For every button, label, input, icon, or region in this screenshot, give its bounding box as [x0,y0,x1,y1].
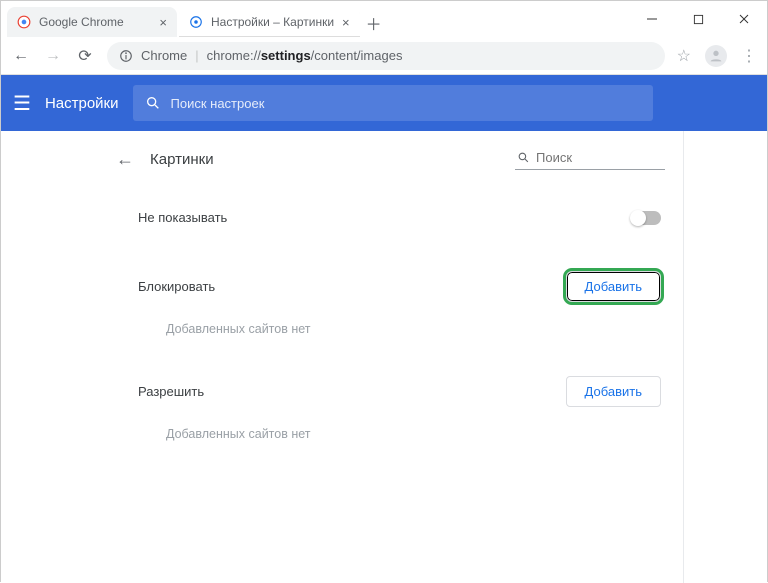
url-scheme-label: Chrome [141,48,187,63]
tab-close-icon[interactable]: × [159,15,167,30]
tab-settings-images[interactable]: Настройки – Картинки × [179,7,360,37]
window-titlebar: Google Chrome × Настройки – Картинки × ＋ [1,1,767,37]
nav-reload-icon[interactable]: ⟳ [75,46,95,66]
block-empty-text: Добавленных сайтов нет [116,322,665,336]
tab-google-chrome[interactable]: Google Chrome × [7,7,177,37]
page-search-input[interactable] [536,150,663,165]
page-title: Картинки [150,151,499,168]
nav-back-icon[interactable]: ← [11,47,31,65]
toggle-row: Не показывать [116,204,665,231]
nav-forward-icon[interactable]: → [43,47,63,65]
chrome-favicon-icon [17,15,31,29]
allow-empty-text: Добавленных сайтов нет [116,427,665,441]
block-section-header: Блокировать Добавить [116,265,665,308]
window-close-icon[interactable] [721,1,767,37]
settings-header: ☰ Настройки [1,75,767,131]
block-label: Блокировать [138,279,215,294]
window-maximize-icon[interactable] [675,1,721,37]
show-images-toggle[interactable] [631,211,661,225]
allow-label: Разрешить [138,384,204,399]
settings-search-box[interactable] [133,85,653,121]
bookmark-star-icon[interactable]: ☆ [677,46,691,66]
back-arrow-icon[interactable]: ← [116,149,134,170]
settings-favicon-icon [189,15,203,29]
search-icon [517,151,530,164]
tab-close-icon[interactable]: × [342,15,350,30]
main-column: ← Картинки Не показывать Блокировать Доб… [116,131,683,583]
search-icon [145,95,161,111]
allow-add-button[interactable]: Добавить [566,376,661,407]
window-minimize-icon[interactable] [629,1,675,37]
left-gutter [1,131,116,583]
page-search-box[interactable] [515,150,665,170]
page-heading-row: ← Картинки [116,149,665,170]
tab-strip: Google Chrome × Настройки – Картинки × ＋ [1,1,629,37]
toggle-label: Не показывать [138,210,227,225]
right-gutter [683,131,767,583]
menu-hamburger-icon[interactable]: ☰ [13,91,31,116]
settings-search-input[interactable] [171,96,641,111]
window-controls [629,1,767,37]
site-info-icon[interactable] [119,49,133,63]
address-bar[interactable]: Chrome | chrome://settings/content/image… [107,42,665,70]
allow-section-header: Разрешить Добавить [116,370,665,413]
content-area: ← Картинки Не показывать Блокировать Доб… [1,131,767,583]
tab-title: Настройки – Картинки [211,15,334,29]
menu-kebab-icon[interactable]: ⋮ [741,46,757,66]
tab-title: Google Chrome [39,15,151,29]
settings-title: Настройки [45,95,119,112]
toolbar: ← → ⟳ Chrome | chrome://settings/content… [1,37,767,75]
profile-avatar-icon[interactable] [705,45,727,67]
new-tab-button[interactable]: ＋ [360,9,388,37]
block-add-button[interactable]: Добавить [566,271,661,302]
url-text: chrome://settings/content/images [207,48,403,63]
